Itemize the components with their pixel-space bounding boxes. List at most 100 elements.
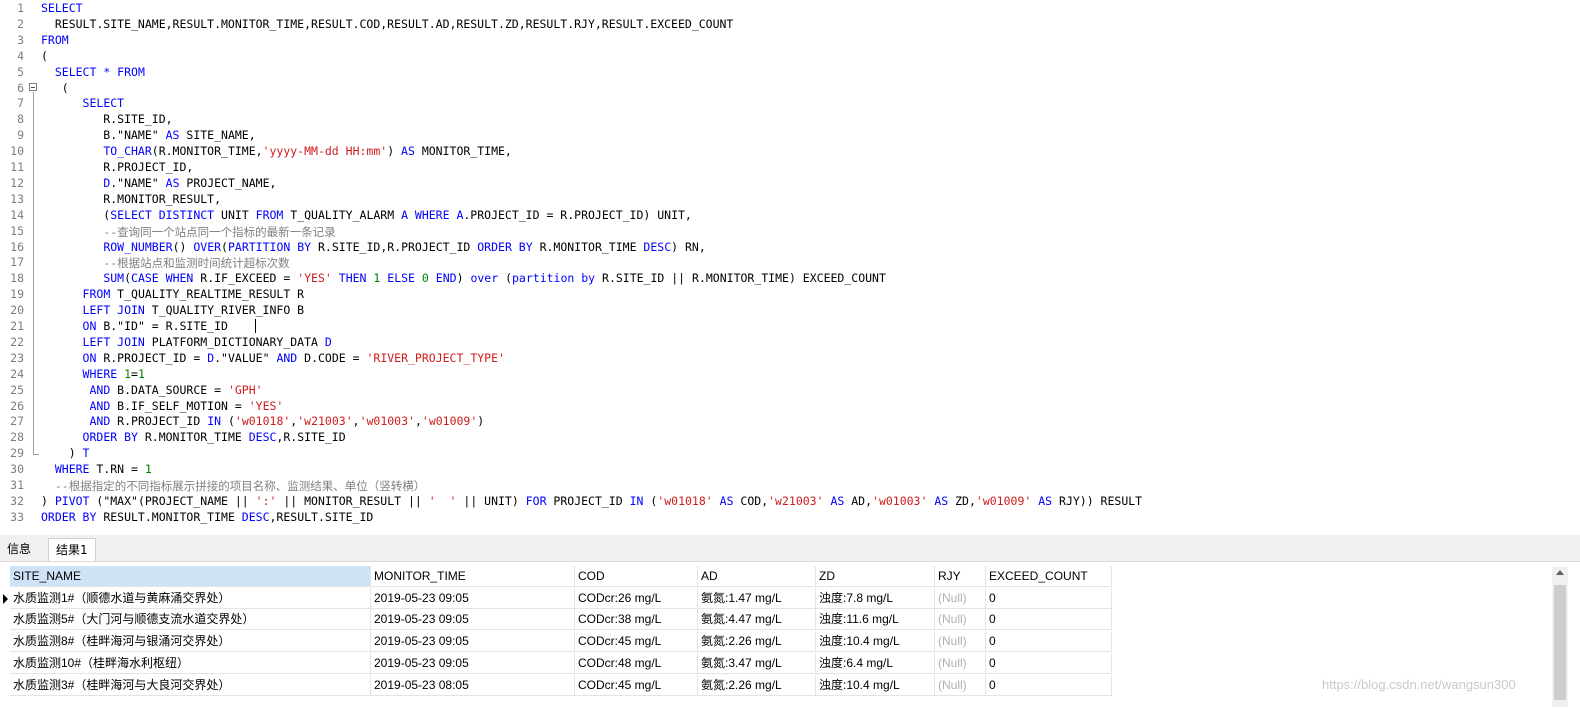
column-header-ad[interactable]: AD: [698, 566, 816, 587]
table-cell[interactable]: 水质监测5#（大门河与顺德支流水道交界处）: [10, 609, 371, 631]
code-line[interactable]: ROW_NUMBER() OVER(PARTITION BY R.SITE_ID…: [41, 239, 705, 254]
table-cell[interactable]: 0: [986, 652, 1112, 674]
code-line[interactable]: (SELECT DISTINCT UNIT FROM T_QUALITY_ALA…: [41, 208, 692, 222]
code-line[interactable]: --根据站点和监测时间统计超标次数: [41, 255, 289, 271]
code-token: (): [172, 239, 194, 254]
code-line[interactable]: FROM T_QUALITY_REALTIME_RESULT R: [41, 287, 305, 301]
table-cell[interactable]: 水质监测10#（桂畔海水利枢纽）: [10, 652, 371, 674]
table-cell[interactable]: 0: [986, 631, 1112, 653]
table-cell[interactable]: 氨氮:2.26 mg/L: [698, 631, 816, 653]
code-token: FROM: [41, 32, 69, 47]
table-cell[interactable]: 0: [986, 587, 1112, 609]
code-line[interactable]: TO_CHAR(R.MONITOR_TIME,'yyyy-MM-dd HH:mm…: [41, 144, 512, 158]
table-cell[interactable]: (Null): [935, 587, 986, 609]
table-cell[interactable]: 氨氮:1.47 mg/L: [698, 587, 816, 609]
code-token: END: [435, 271, 457, 286]
code-line[interactable]: ON B."ID" = R.SITE_ID: [41, 319, 228, 333]
code-token: SITE_NAME,: [179, 128, 256, 143]
table-cell[interactable]: 浊度:11.6 mg/L: [816, 609, 935, 631]
table-cell[interactable]: 水质监测8#（桂畔海河与银涌河交界处）: [10, 631, 371, 653]
column-header-zd[interactable]: ZD: [816, 566, 935, 587]
vertical-scrollbar[interactable]: [1552, 567, 1568, 707]
code-token: 'w01009': [975, 493, 1032, 508]
code-line[interactable]: WHERE 1=1: [41, 367, 145, 381]
table-cell[interactable]: CODcr:45 mg/L: [575, 674, 698, 696]
table-cell[interactable]: CODcr:38 mg/L: [575, 609, 698, 631]
watermark: https://blog.csdn.net/wangsun300: [1322, 677, 1516, 692]
code-line[interactable]: SELECT * FROM: [41, 65, 145, 79]
table-cell[interactable]: 浊度:6.4 mg/L: [816, 652, 935, 674]
code-line[interactable]: --查询同一个站点同一个指标的最新一条记录: [41, 224, 335, 240]
table-cell[interactable]: (Null): [935, 631, 986, 653]
column-header-site-name[interactable]: SITE_NAME: [10, 566, 371, 587]
table-cell[interactable]: (Null): [935, 652, 986, 674]
table-cell[interactable]: 2019-05-23 09:05: [371, 631, 575, 653]
code-line[interactable]: AND R.PROJECT_ID IN ('w01018','w21003','…: [41, 414, 484, 428]
fold-guide-end: [33, 454, 39, 455]
table-cell[interactable]: 0: [986, 609, 1112, 631]
scroll-up-arrow-icon[interactable]: [1556, 570, 1564, 575]
code-line[interactable]: AND B.IF_SELF_MOTION = 'YES': [41, 399, 283, 413]
table-cell[interactable]: 2019-05-23 09:05: [371, 587, 575, 609]
code-line[interactable]: LEFT JOIN PLATFORM_DICTIONARY_DATA D: [41, 335, 332, 349]
code-line[interactable]: (: [41, 49, 48, 63]
code-line[interactable]: AND B.DATA_SOURCE = 'GPH': [41, 383, 262, 397]
column-header-monitor-time[interactable]: MONITOR_TIME: [371, 566, 575, 587]
code-line[interactable]: (: [41, 81, 69, 95]
code-line[interactable]: R.SITE_ID,: [41, 112, 172, 126]
tab-info[interactable]: 信息: [0, 538, 38, 560]
column-header-rjy[interactable]: RJY: [935, 566, 986, 587]
sql-editor[interactable]: 1 SELECT 2 RESULT.SITE_NAME,RESULT.MONITOR…: [0, 0, 1580, 532]
code-token: 'w21003': [768, 493, 824, 508]
column-header-cod[interactable]: COD: [575, 566, 698, 587]
code-line[interactable]: FROM: [41, 33, 69, 47]
line-number: 26: [10, 398, 24, 413]
column-header-exceed-count[interactable]: EXCEED_COUNT: [986, 566, 1112, 587]
table-cell[interactable]: 0: [986, 674, 1112, 696]
table-cell[interactable]: 2019-05-23 08:05: [371, 674, 575, 696]
table-cell[interactable]: (Null): [935, 674, 986, 696]
table-cell[interactable]: 水质监测3#（桂畔海河与大良河交界处）: [10, 674, 371, 696]
code-line[interactable]: R.MONITOR_RESULT,: [41, 192, 221, 206]
code-line[interactable]: RESULT.SITE_NAME,RESULT.MONITOR_TIME,RES…: [41, 17, 734, 31]
line-number: 10: [10, 144, 24, 159]
code-line[interactable]: B."NAME" AS SITE_NAME,: [41, 128, 256, 143]
code-token: over: [470, 271, 499, 286]
code-token: ON: [82, 350, 97, 365]
table-cell[interactable]: (Null): [935, 609, 986, 631]
code-line[interactable]: WHERE T.RN = 1: [41, 462, 152, 476]
table-cell[interactable]: 2019-05-23 09:05: [371, 609, 575, 631]
code-line[interactable]: D."NAME" AS PROJECT_NAME,: [41, 176, 276, 190]
table-cell[interactable]: CODcr:48 mg/L: [575, 652, 698, 674]
table-cell[interactable]: 氨氮:2.26 mg/L: [698, 674, 816, 696]
table-cell[interactable]: 浊度:10.4 mg/L: [816, 631, 935, 653]
code-line[interactable]: SELECT: [41, 1, 83, 15]
scrollbar-thumb[interactable]: [1554, 585, 1566, 700]
code-line[interactable]: ORDER BY R.MONITOR_TIME DESC,R.SITE_ID: [41, 430, 346, 444]
code-line[interactable]: LEFT JOIN T_QUALITY_RIVER_INFO B: [41, 303, 305, 317]
code-line[interactable]: ON R.PROJECT_ID = D."VALUE" AND D.CODE =…: [41, 351, 505, 365]
table-cell[interactable]: CODcr:45 mg/L: [575, 631, 698, 653]
line-number: 22: [10, 334, 24, 349]
fold-toggle-icon[interactable]: [29, 83, 37, 91]
table-cell[interactable]: 氨氮:4.47 mg/L: [698, 609, 816, 631]
table-cell[interactable]: 浊度:7.8 mg/L: [816, 587, 935, 609]
code-line[interactable]: R.PROJECT_ID,: [41, 160, 193, 174]
code-line[interactable]: --根据指定的不同指标展示拼接的项目名称、监测结果、单位（竖转横）: [41, 478, 425, 494]
code-line[interactable]: SUM(CASE WHEN R.IF_EXCEED = 'YES' THEN 1…: [41, 271, 886, 285]
code-line[interactable]: ) PIVOT ("MAX"(PROJECT_NAME || ':' || MO…: [41, 494, 1142, 508]
code-line[interactable]: SELECT: [41, 96, 125, 110]
table-cell[interactable]: 氨氮:3.47 mg/L: [698, 652, 816, 674]
table-cell[interactable]: 2019-05-23 09:05: [371, 652, 575, 674]
tab-result-1[interactable]: 结果1: [48, 538, 96, 561]
code-line[interactable]: ) T: [41, 446, 90, 460]
code-line[interactable]: ORDER BY RESULT.MONITOR_TIME DESC,RESULT…: [41, 510, 373, 524]
table-cell[interactable]: CODcr:26 mg/L: [575, 587, 698, 609]
line-number: 5: [17, 64, 24, 79]
table-cell[interactable]: 浊度:10.4 mg/L: [816, 674, 935, 696]
code-token: ,R.SITE_ID: [276, 430, 346, 445]
table-cell[interactable]: 水质监测1#（顺德水道与黄麻涌交界处）: [10, 587, 371, 609]
line-number: 17: [10, 255, 24, 270]
